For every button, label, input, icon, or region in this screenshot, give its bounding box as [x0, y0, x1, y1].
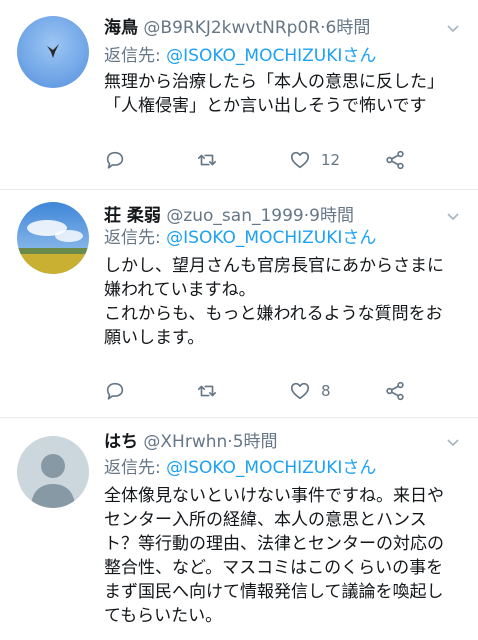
retweet-icon — [197, 385, 217, 397]
retweet-button[interactable] — [196, 148, 218, 172]
like-count: 8 — [321, 382, 331, 400]
reply-suffix[interactable]: さん — [342, 228, 376, 248]
tweet-header: 荘 柔弱 @zuo_san_1999·9時間 — [104, 206, 354, 226]
display-name[interactable]: はち — [104, 432, 138, 452]
share-button[interactable] — [384, 148, 406, 172]
landscape-avatar-image — [17, 202, 89, 274]
tweet-1[interactable]: 海鳥 @B9RKJ2kwvtNRp0R·6時間 返信先: @ISOKO_MOCH… — [0, 0, 478, 190]
reply-context: 返信先: @ISOKO_MOCHIZUKIさん — [104, 46, 376, 66]
avatar[interactable] — [17, 16, 89, 88]
reply-button[interactable] — [104, 148, 126, 172]
reply-button[interactable] — [104, 379, 126, 403]
reply-context: 返信先: @ISOKO_MOCHIZUKIさん — [104, 228, 376, 248]
reply-icon — [106, 151, 124, 169]
reply-suffix[interactable]: さん — [342, 458, 376, 478]
tweet-header: はち @XHrwhn·5時間 — [104, 432, 278, 452]
tweet-3[interactable]: はち @XHrwhn·5時間 返信先: @ISOKO_MOCHIZUKIさん 全… — [0, 418, 478, 640]
reply-prefix: 返信先: — [104, 458, 167, 478]
retweet-icon — [197, 154, 217, 166]
reply-handle-link[interactable]: @ISOKO_MOCHIZUKI — [166, 46, 342, 66]
tweet-2[interactable]: 荘 柔弱 @zuo_san_1999·9時間 返信先: @ISOKO_MOCHI… — [0, 190, 478, 418]
user-handle[interactable]: @XHrwhn — [143, 432, 227, 452]
avatar[interactable] — [17, 436, 89, 508]
user-handle[interactable]: @zuo_san_1999 — [166, 206, 303, 226]
share-button[interactable] — [384, 379, 406, 403]
chevron-down-icon[interactable] — [446, 436, 460, 450]
avatar[interactable] — [17, 202, 89, 274]
share-icon — [386, 381, 404, 401]
tweet-actions: 8 — [104, 379, 424, 403]
like-button[interactable]: 8 — [289, 379, 331, 403]
tweet-text: 無理から治療したら「本人の意思に反した」 「人権侵害」とか言い出しそうで怖いです — [104, 72, 444, 116]
reply-context: 返信先: @ISOKO_MOCHIZUKIさん — [104, 458, 376, 478]
timestamp[interactable]: 5時間 — [233, 432, 278, 452]
display-name[interactable]: 荘 柔弱 — [104, 206, 161, 226]
chevron-down-icon[interactable] — [446, 210, 460, 224]
reply-prefix: 返信先: — [104, 46, 167, 66]
heart-icon — [290, 151, 310, 169]
retweet-button[interactable] — [196, 379, 218, 403]
reply-handle-link[interactable]: @ISOKO_MOCHIZUKI — [166, 458, 342, 478]
tweet-actions: 12 — [104, 148, 424, 172]
heart-icon — [290, 382, 310, 400]
reply-suffix[interactable]: さん — [342, 46, 376, 66]
share-icon — [386, 150, 404, 170]
like-count: 12 — [321, 151, 341, 169]
timestamp[interactable]: 6時間 — [326, 18, 371, 38]
chevron-down-icon[interactable] — [446, 22, 460, 36]
reply-icon — [106, 382, 124, 400]
bird-avatar-image — [17, 16, 89, 88]
tweet-text: 全体像見ないといけない事件ですね。来日や センター入所の経緯、本人の意思とハンス… — [104, 486, 444, 626]
like-button[interactable]: 12 — [289, 148, 340, 172]
timestamp[interactable]: 9時間 — [309, 206, 354, 226]
reply-prefix: 返信先: — [104, 228, 167, 248]
reply-handle-link[interactable]: @ISOKO_MOCHIZUKI — [166, 228, 342, 248]
display-name[interactable]: 海鳥 — [104, 18, 138, 38]
tweet-text: しかし、望月さんも官房長官にあからさまに 嫌われていますね。 これからも、もっと… — [104, 256, 444, 348]
default-profile-icon — [17, 436, 89, 508]
tweet-header: 海鳥 @B9RKJ2kwvtNRp0R·6時間 — [104, 18, 370, 38]
user-handle[interactable]: @B9RKJ2kwvtNRp0R — [143, 18, 320, 38]
